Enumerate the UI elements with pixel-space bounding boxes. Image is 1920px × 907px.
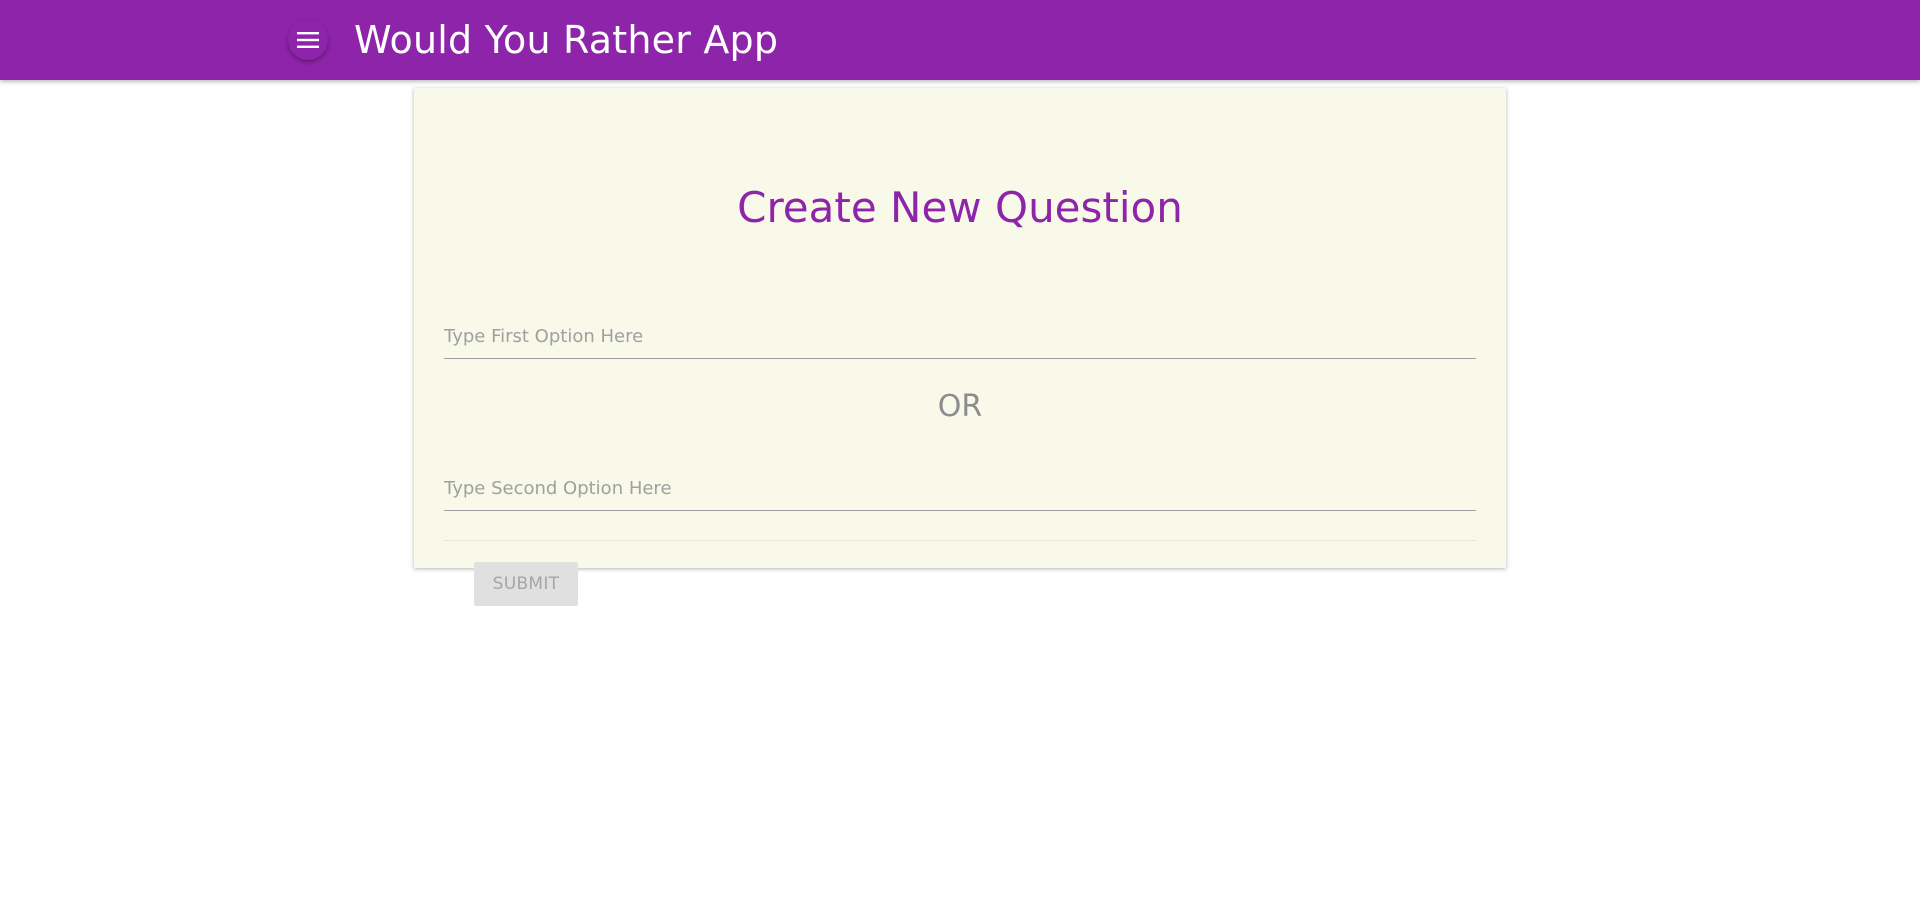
first-option-field xyxy=(444,314,1476,359)
page-title: Create New Question xyxy=(737,182,1183,232)
or-separator: OR xyxy=(937,389,983,424)
second-option-input[interactable] xyxy=(444,466,1476,510)
form-divider xyxy=(444,540,1476,541)
new-question-card: Create New Question OR SUBMIT xyxy=(414,88,1506,606)
submit-button[interactable]: SUBMIT xyxy=(474,562,578,606)
first-option-input[interactable] xyxy=(444,314,1476,358)
second-option-field xyxy=(444,466,1476,511)
menu-button[interactable] xyxy=(288,20,328,60)
app-title: Would You Rather App xyxy=(354,18,779,62)
app-bar: Would You Rather App xyxy=(0,0,1920,80)
hamburger-menu-icon xyxy=(297,32,319,48)
